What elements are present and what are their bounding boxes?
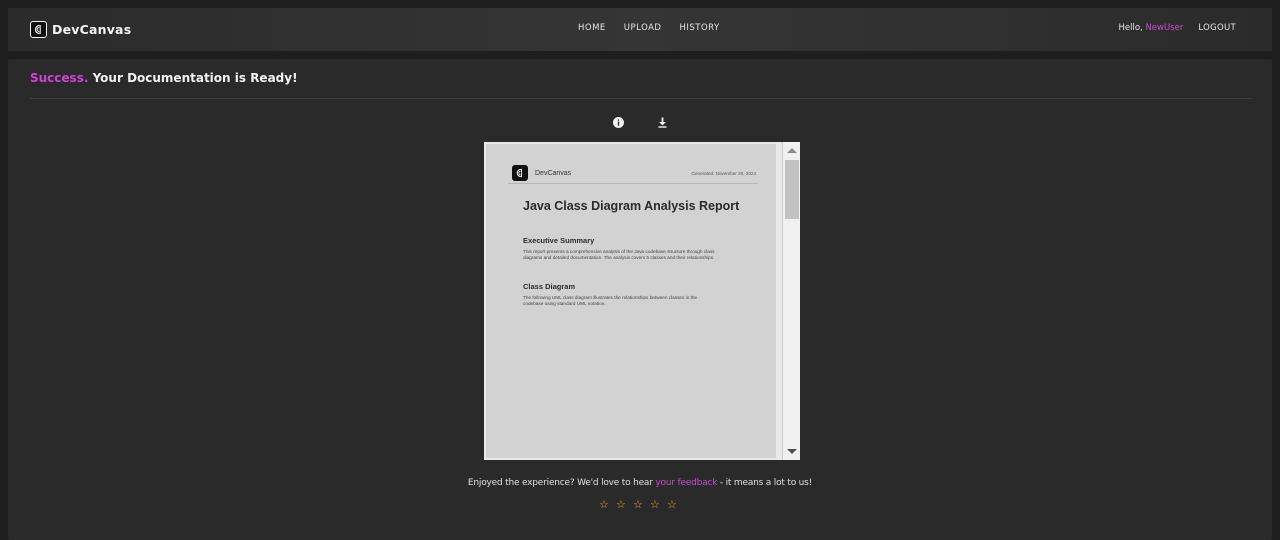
paragraph-line: diagrams and detailed documentation. The… [523,255,715,260]
section-paragraph: The following UML class diagram illustra… [523,295,748,307]
paragraph-line: codebase using standard UML notation. [523,301,606,306]
section-heading: Executive Summary [523,236,595,245]
title-text: Your Documentation is Ready! [92,71,298,85]
page-title: Success. Your Documentation is Ready! [30,71,298,85]
download-icon[interactable] [655,115,669,129]
user-greeting: Hello, NewUser [1119,23,1184,33]
devcanvas-logo-icon [30,21,47,38]
section-heading: Class Diagram [523,282,576,291]
star-icon[interactable]: ☆ [616,499,627,511]
scroll-up-arrow-icon[interactable] [787,148,797,153]
star-icon[interactable]: ☆ [650,499,661,511]
document-logo-icon [512,165,528,181]
greeting-text: Hello, [1118,23,1143,33]
username: NewUser [1145,23,1184,33]
star-icon[interactable]: ☆ [599,499,610,511]
document-header: DevCanvas Generated: November 20, 2024 [512,162,756,184]
feedback-text-before: Enjoyed the experience? We'd love to hea… [467,478,656,488]
feedback-link[interactable]: your feedback [655,478,717,488]
document-title: Java Class Diagram Analysis Report [523,199,740,213]
brand[interactable]: DevCanvas [30,21,131,38]
document-brand: DevCanvas [535,169,572,177]
star-icon[interactable]: ☆ [633,499,644,511]
section-paragraph: This report presents a comprehensive ana… [523,249,748,261]
document-page: DevCanvas Generated: November 20, 2024 J… [486,144,776,458]
top-navbar: DevCanvas HOME UPLOAD HISTORY Hello, New… [8,8,1272,51]
logout-link[interactable]: LOGOUT [1198,23,1236,33]
nav-upload-link[interactable]: UPLOAD [624,23,662,33]
star-rating: ☆ ☆ ☆ ☆ ☆ [599,499,678,511]
document-rule [508,183,758,184]
star-icon[interactable]: ☆ [667,499,678,511]
nav-history-link[interactable]: HISTORY [679,23,719,33]
viewer-scrollbar[interactable] [782,142,800,460]
info-icon[interactable] [611,115,625,129]
main-panel: Success. Your Documentation is Ready! De… [8,59,1272,540]
feedback-prompt: Enjoyed the experience? We'd love to hea… [8,478,1272,488]
nav-links: HOME UPLOAD HISTORY [578,23,720,33]
brand-name: DevCanvas [52,22,132,37]
document-generated-date: Generated: November 20, 2024 [691,170,756,176]
nav-home-link[interactable]: HOME [578,23,606,33]
scroll-down-arrow-icon[interactable] [787,449,797,454]
document-viewer[interactable]: DevCanvas Generated: November 20, 2024 J… [484,142,800,460]
user-area: Hello, NewUser LOGOUT [1119,23,1237,33]
divider [30,98,1252,99]
feedback-text-after: - it means a lot to us! [717,478,813,488]
scroll-thumb[interactable] [785,160,799,219]
success-label: Success. [30,71,89,85]
